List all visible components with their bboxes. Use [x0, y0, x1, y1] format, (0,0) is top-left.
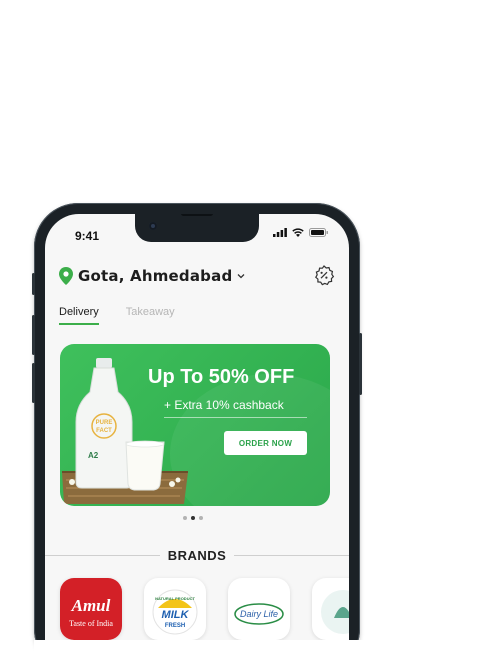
banner-subline: + Extra 10% cashback — [164, 398, 284, 412]
milk-fresh-logo: NATURAL PRODUCT MILK FRESH — [152, 589, 198, 635]
discount-badge-icon[interactable] — [313, 264, 335, 286]
tab-takeaway[interactable]: Takeaway — [126, 306, 175, 325]
milk-fresh-arc-text: NATURAL PRODUCT — [155, 596, 195, 601]
location-pin-icon — [59, 267, 73, 285]
brand-card-partial[interactable] — [312, 578, 349, 640]
amul-wordmark: Amul — [71, 596, 111, 615]
notch — [135, 214, 259, 242]
order-mode-tabs: Delivery Takeaway — [59, 306, 175, 325]
divider-line — [45, 555, 160, 556]
signal-icon — [273, 228, 287, 237]
dairy-life-wordmark: Dairy Life — [240, 609, 278, 619]
wifi-icon — [292, 228, 304, 237]
amul-tagline: Taste of India — [69, 619, 113, 628]
banner-headline: Up To 50% OFF — [148, 366, 295, 388]
carousel-dot[interactable] — [183, 516, 187, 520]
location-label: Gota, Ahmedabad — [78, 267, 233, 285]
brand-milk-fresh[interactable]: NATURAL PRODUCT MILK FRESH — [144, 578, 206, 640]
brands-row: Amul Taste of India NATURAL PRODUCT MILK… — [60, 578, 349, 640]
status-time: 9:41 — [75, 229, 100, 243]
brands-title: BRANDS — [167, 548, 227, 563]
volume-up-button — [32, 315, 35, 355]
brands-section-header: BRANDS — [45, 548, 349, 563]
bottle-label-pure: PURE — [96, 420, 113, 426]
status-icons — [273, 228, 329, 237]
bottom-fade — [34, 640, 364, 660]
carousel-dot[interactable] — [199, 516, 203, 520]
order-now-button[interactable]: ORDER NOW — [224, 431, 307, 455]
dairy-life-logo: Dairy Life — [234, 603, 284, 625]
milk-fresh-main: MILK — [162, 609, 190, 621]
carousel-dot-active[interactable] — [191, 516, 195, 520]
carousel-indicator — [183, 516, 203, 520]
brand-amul[interactable]: Amul Taste of India — [60, 578, 122, 640]
power-button — [359, 333, 362, 395]
location-selector[interactable]: Gota, Ahmedabad — [59, 264, 335, 288]
divider-line — [234, 555, 349, 556]
speaker-grill — [181, 214, 213, 216]
brand-dairy-life[interactable]: Dairy Life — [228, 578, 290, 640]
partial-brand-logo — [321, 590, 349, 634]
bottle-label-fact: FACT — [96, 428, 112, 434]
mute-switch — [32, 273, 35, 295]
milk-fresh-sub: FRESH — [165, 623, 185, 629]
tab-delivery[interactable]: Delivery — [59, 306, 99, 325]
front-camera — [149, 222, 157, 230]
banner-divider — [164, 417, 307, 418]
app-screen: 9:41 Gota, Ahmedabad Delivery Takeaway P… — [45, 214, 349, 644]
amul-logo: Amul Taste of India — [60, 578, 122, 640]
chevron-down-icon — [237, 274, 245, 279]
bottle-label-a2: A2 — [88, 451, 99, 460]
volume-down-button — [32, 363, 35, 403]
promo-banner[interactable]: PURE FACT A2 Up To 50% OFF + Extra 10% c… — [60, 344, 330, 506]
battery-icon — [309, 228, 328, 237]
